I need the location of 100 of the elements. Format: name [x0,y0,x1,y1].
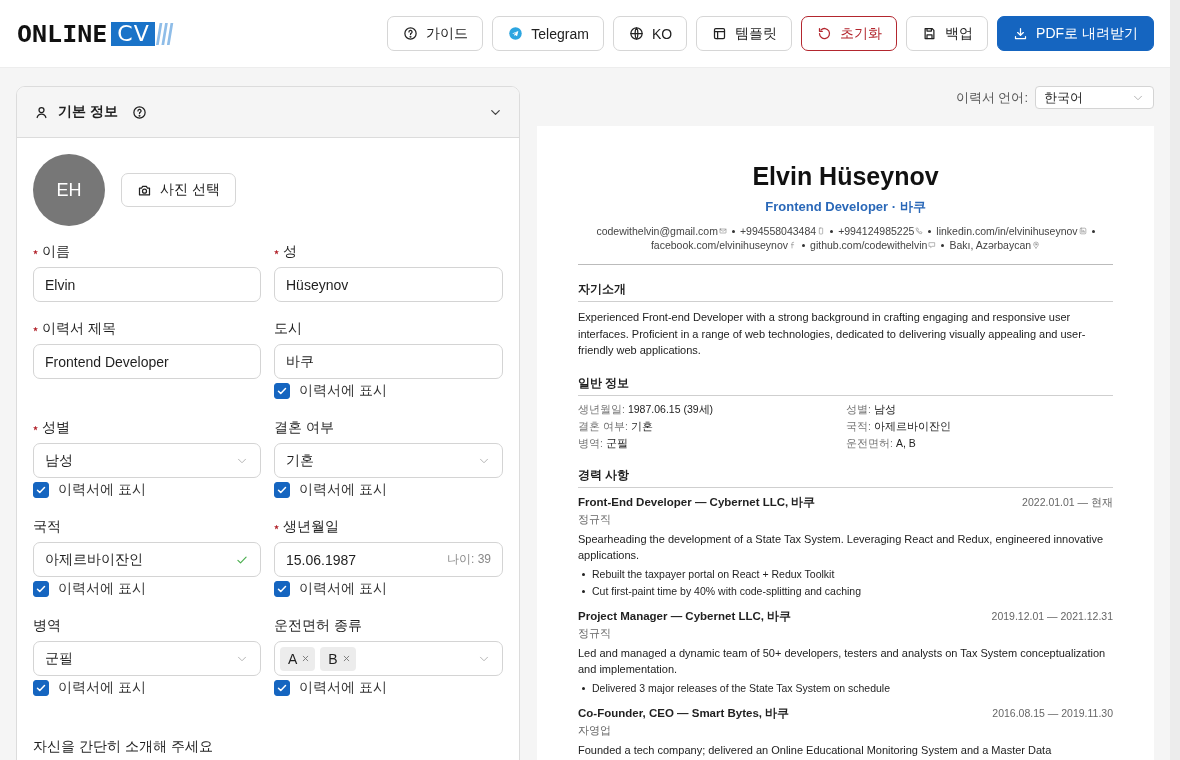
job-type: 정규직 [578,625,612,641]
toolbar-button[interactable]: 초기화 [801,16,898,51]
select-field[interactable]: 기혼 [274,443,503,478]
mail-icon [718,227,727,235]
separator-dot [1091,229,1095,233]
square-logo-icon [1078,227,1087,235]
job-description: Led and managed a dynamic team of 50+ developers, testers and analysts on Tax System conceptualization and implementation. [578,645,1107,677]
field-label: 성 [283,243,297,261]
checkbox[interactable] [33,680,49,696]
info-value: 남성 [873,402,896,415]
job-description: Founded a tech company; delivered an Online Educational Monitoring System and a Master Data [578,742,1053,758]
bullet-text: Rebuilt the taxpayer portal on React + Redux Toolkit [592,566,835,582]
phone-icon [915,227,924,235]
user-icon [34,104,49,120]
check-icon [276,583,288,595]
info-label: 병역: [578,436,603,449]
field-label: 국적 [33,518,61,536]
check-icon [276,682,288,694]
text-field[interactable]: Frontend Developer [33,344,261,379]
text-field[interactable]: Elvin [33,267,261,302]
section-header[interactable]: 기본 정보 [17,87,519,138]
checkbox[interactable] [33,482,49,498]
field-label: 생년월일 [283,518,339,536]
toolbar-button[interactable]: KO [612,16,688,51]
reset-icon [817,26,833,41]
paper-plane-icon [508,26,524,41]
checkbox[interactable] [33,581,49,597]
checkbox-label: 이력서에 표시 [299,580,387,598]
checkbox[interactable] [274,581,290,597]
speech-bubble-icon [928,241,937,249]
separator-dot [941,243,945,247]
job-title: Project Manager — Cybernet LLC, 바쿠 [578,608,792,624]
tag-chip[interactable]: B [320,646,356,671]
toolbar-button[interactable]: PDF로 내려받기 [997,16,1154,51]
text-field[interactable]: 바쿠 [274,344,503,379]
contact-text: linkedin.com/in/elvinihuseynov [936,225,1078,237]
toolbar-button[interactable]: Telegram [492,16,604,51]
summary-text: Experienced Front-end Developer with a strong background in crafting engaging and responsive user interfaces. Proficient in a range of web technologies, dedicated to delivering visually appealing and user-friendly web applications. [578,310,1087,358]
job-title: Front-End Developer — Cybernet LLC, 바쿠 [578,494,816,510]
tag-label: B [328,650,338,667]
field-label: 자신을 간단히 소개해 주세요 [33,738,214,756]
language-select[interactable]: 한국어 [1035,86,1154,109]
separator-dot [731,229,735,233]
info-label: 성별: [846,402,871,415]
date-field[interactable]: 15.06.1987 나이: 39 [274,542,503,577]
info-label: 운전면허: [846,436,893,449]
checkbox-label: 이력서에 표시 [58,580,146,598]
checkbox-label: 이력서에 표시 [58,481,146,499]
job-type: 정규직 [578,511,612,527]
bullet-text: Cut first-paint time by 40% with code-splitting and caching [592,583,862,599]
required-mark [274,524,279,530]
check-icon [35,484,47,496]
resume-name: Elvin Hüseynov [751,161,940,192]
toolbar-button[interactable]: 템플릿 [696,16,793,51]
map-pin-icon [1032,241,1041,249]
check-icon [35,583,47,595]
job-title: Co-Founder, CEO — Smart Bytes, 바쿠 [578,705,790,721]
info-value: 1987.06.15 (39세) [627,402,714,415]
job-dates: 2019.12.01 — 2021.12.31 [991,609,1113,622]
help-icon [403,26,419,41]
photo-button[interactable]: 사진 선택 [121,173,236,207]
toolbar-button[interactable]: 백업 [906,16,989,51]
checkbox-label: 이력서에 표시 [58,679,146,697]
tags-field[interactable]: A B [274,641,503,676]
field-label: 성별 [42,419,70,437]
job-type: 자영업 [578,722,612,738]
checkbox-label: 이력서에 표시 [299,679,387,697]
toolbar-button[interactable]: 가이드 [387,16,484,51]
contact-text: +994558043484 [739,225,817,237]
info-label: 결혼 여부: [578,419,628,432]
info-value: 군필 [605,436,628,449]
logo-badge: CV [111,21,155,46]
tag-label: A [288,650,298,667]
field-label: 결혼 여부 [274,419,334,437]
checkbox[interactable] [274,482,290,498]
select-field[interactable]: 군필 [33,641,261,676]
contact-text: Bakı, Azərbaycan [949,239,1032,251]
help-icon [131,104,147,120]
resume-headline: Frontend Developer · 바쿠 [764,198,927,216]
download-icon [1013,26,1029,41]
bullet-dot [582,589,585,593]
checkbox-label: 이력서에 표시 [299,481,387,499]
section-heading: 경력 사항 [578,466,1113,488]
checkbox-label: 이력서에 표시 [299,382,387,400]
check-icon [276,484,288,496]
required-mark [33,425,38,431]
checkbox[interactable] [274,383,290,399]
tag-chip[interactable]: A [280,646,316,671]
language-label: 이력서 언어: [955,88,1028,107]
info-value: 기혼 [630,419,653,432]
info-label: 국적: [846,419,871,432]
section-heading: 자기소개 [578,281,1113,302]
checkbox[interactable] [274,680,290,696]
section-heading: 일반 정보 [578,374,1113,396]
select-field[interactable]: 남성 [33,443,261,478]
text-field[interactable]: 아제르바이잔인 [33,542,261,577]
text-field[interactable]: Hüseynov [274,267,503,302]
required-mark [33,326,38,332]
separator-dot [928,229,932,233]
info-label: 생년월일: [578,402,625,415]
